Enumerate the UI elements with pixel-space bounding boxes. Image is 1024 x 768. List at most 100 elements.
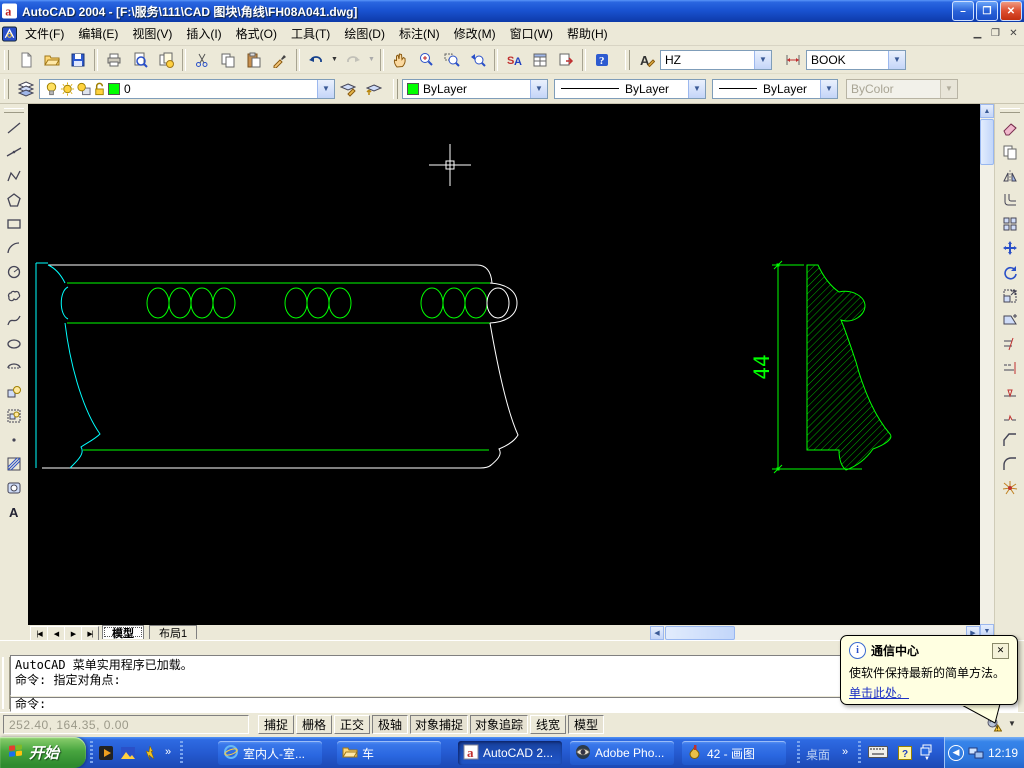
layer-manager-icon[interactable]	[13, 76, 39, 102]
menu-modify[interactable]: 修改(M)	[447, 22, 503, 45]
toolbar-grip[interactable]	[4, 108, 24, 113]
tab-last-icon[interactable]: ▶|	[81, 626, 99, 641]
winamp-icon[interactable]	[141, 744, 159, 762]
model-toggle[interactable]: 模型	[568, 715, 604, 734]
cut-icon[interactable]	[189, 47, 215, 73]
lineweight-combo[interactable]: ByLayer ▼	[712, 78, 838, 99]
region-icon[interactable]	[1, 476, 27, 500]
scale-icon[interactable]	[997, 284, 1023, 308]
coordinate-display[interactable]: 252.40, 164.35, 0.00	[3, 715, 249, 734]
menu-help[interactable]: 帮助(H)	[560, 22, 615, 45]
layer-previous-icon[interactable]	[361, 76, 387, 102]
menu-dimension[interactable]: 标注(N)	[392, 22, 447, 45]
polar-toggle[interactable]: 极轴	[372, 715, 408, 734]
erase-icon[interactable]	[997, 116, 1023, 140]
redo-icon[interactable]	[340, 47, 366, 73]
task-button-photoshop[interactable]: Adobe Pho...	[570, 741, 674, 765]
publish-icon[interactable]	[153, 47, 179, 73]
ellipse-icon[interactable]	[1, 332, 27, 356]
chevron-down-icon[interactable]: ▼	[688, 79, 705, 98]
task-button-autocad[interactable]: a AutoCAD 2...	[458, 741, 562, 765]
toolbar-grip[interactable]	[1000, 108, 1020, 113]
keyboard-icon[interactable]	[868, 746, 888, 758]
linetype-combo[interactable]: ByLayer ▼	[554, 78, 706, 99]
drawing-canvas[interactable]: 44	[28, 104, 980, 625]
pan-icon[interactable]	[387, 47, 413, 73]
doc-minimize-button[interactable]: ▁	[969, 26, 986, 41]
arc-icon[interactable]	[1, 236, 27, 260]
chevron-down-icon[interactable]: ▼	[530, 79, 547, 98]
extend-icon[interactable]	[997, 356, 1023, 380]
doc-restore-button[interactable]: ❐	[987, 26, 1004, 41]
trim-icon[interactable]	[997, 332, 1023, 356]
task-button-browser[interactable]: 室内人-室...	[218, 741, 322, 765]
language-chevron-icon[interactable]: ▼	[924, 756, 930, 762]
balloon-close-icon[interactable]: ✕	[992, 642, 1009, 659]
polyline-icon[interactable]	[1, 164, 27, 188]
undo-dropdown-icon[interactable]: ▼	[329, 48, 340, 72]
menu-draw[interactable]: 绘图(D)	[337, 22, 392, 45]
ime-help-icon[interactable]: ?	[898, 746, 912, 760]
tab-layout1[interactable]: 布局1	[149, 625, 198, 640]
offset-icon[interactable]	[997, 188, 1023, 212]
chevron-down-icon[interactable]: ▼	[820, 79, 837, 98]
chamfer-icon[interactable]	[997, 428, 1023, 452]
ellipse-arc-icon[interactable]	[1, 356, 27, 380]
restore-button[interactable]: ❐	[976, 1, 998, 21]
menu-edit[interactable]: 编辑(E)	[71, 22, 125, 45]
grid-toggle[interactable]: 栅格	[296, 715, 332, 734]
move-icon[interactable]	[997, 236, 1023, 260]
break-at-point-icon[interactable]	[997, 380, 1023, 404]
scroll-up-icon[interactable]: ▲	[980, 104, 994, 118]
properties-icon[interactable]	[527, 47, 553, 73]
make-block-icon[interactable]	[1, 404, 27, 428]
toolbar-grip[interactable]	[625, 49, 630, 70]
tab-prev-icon[interactable]: ◀	[47, 626, 65, 641]
desktop-chevron[interactable]: »	[842, 746, 848, 758]
construction-line-icon[interactable]	[1, 140, 27, 164]
dim-style-combo[interactable]: BOOK ▼	[806, 49, 906, 70]
match-properties-icon[interactable]	[267, 47, 293, 73]
hide-icons-icon[interactable]: ◀	[948, 744, 964, 761]
start-button[interactable]: 开始	[0, 737, 86, 768]
tab-model[interactable]: 模型	[102, 625, 144, 640]
menu-file[interactable]: 文件(F)	[18, 22, 71, 45]
osnap-toggle[interactable]: 对象捕捉	[410, 715, 468, 734]
array-icon[interactable]	[997, 212, 1023, 236]
quick-launch-overflow[interactable]: »	[165, 746, 171, 758]
layer-freeze-icon[interactable]	[60, 81, 75, 96]
polygon-icon[interactable]	[1, 188, 27, 212]
save-icon[interactable]	[65, 47, 91, 73]
lineweight-toggle[interactable]: 线宽	[530, 715, 566, 734]
toolbar-grip[interactable]	[393, 78, 398, 99]
scroll-left-icon[interactable]: ◀	[650, 626, 664, 640]
stretch-icon[interactable]	[997, 308, 1023, 332]
find-icon[interactable]: SA	[501, 47, 527, 73]
menu-window[interactable]: 窗口(W)	[503, 22, 560, 45]
copy-object-icon[interactable]	[997, 140, 1023, 164]
break-icon[interactable]	[997, 404, 1023, 428]
zoom-realtime-icon[interactable]	[413, 47, 439, 73]
zoom-window-icon[interactable]	[439, 47, 465, 73]
ortho-toggle[interactable]: 正交	[334, 715, 370, 734]
tab-first-icon[interactable]: |◀	[30, 626, 48, 641]
fillet-icon[interactable]	[997, 452, 1023, 476]
line-icon[interactable]	[1, 116, 27, 140]
print-icon[interactable]	[101, 47, 127, 73]
doc-close-button[interactable]: ✕	[1005, 26, 1022, 41]
task-button-paint[interactable]: 42 - 画图	[682, 741, 786, 765]
chevron-down-icon[interactable]: ▼	[888, 50, 905, 69]
layer-on-icon[interactable]	[44, 81, 59, 96]
chevron-down-icon[interactable]: ▼	[317, 79, 334, 98]
viewport-freeze-icon[interactable]	[76, 81, 91, 96]
image-viewer-icon[interactable]	[119, 744, 137, 762]
undo-icon[interactable]	[303, 47, 329, 73]
help-icon[interactable]: ?	[589, 47, 615, 73]
copy-icon[interactable]	[215, 47, 241, 73]
zoom-previous-icon[interactable]	[465, 47, 491, 73]
minimize-button[interactable]: –	[952, 1, 974, 21]
mirror-icon[interactable]	[997, 164, 1023, 188]
network-icon[interactable]	[968, 745, 984, 761]
spline-icon[interactable]	[1, 308, 27, 332]
rotate-icon[interactable]	[997, 260, 1023, 284]
